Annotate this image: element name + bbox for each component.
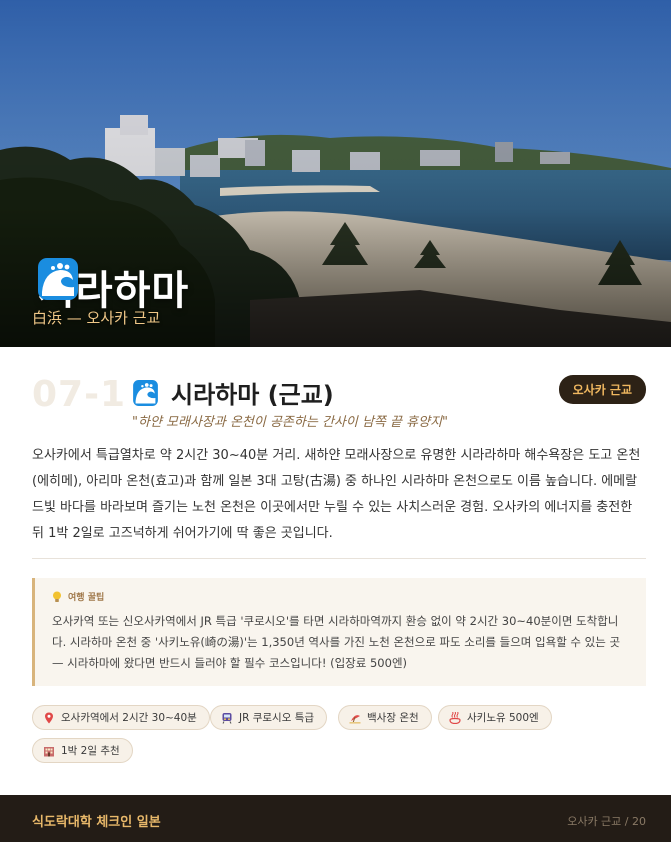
section-number: 07-1 bbox=[32, 374, 127, 415]
pin-icon bbox=[45, 712, 53, 723]
tip-text: 오사카역 또는 신오사카역에서 JR 특급 '쿠로시오'를 타면 시라하마역까지… bbox=[52, 614, 621, 670]
footer-page-number: 오사카 근교 / 20 bbox=[567, 815, 646, 828]
hotel-icon bbox=[44, 746, 54, 756]
chip-sakinoyu: 사키노유 500엔 bbox=[438, 705, 552, 730]
title-row: 시라하마 (근교) bbox=[133, 375, 334, 410]
divider bbox=[32, 558, 646, 559]
hero-banner: 시라하마 白浜 — 오사카 근교 bbox=[0, 0, 671, 347]
chip-stay: 1박 2일 추천 bbox=[32, 738, 133, 763]
tip-header: 여행 꿀팁 bbox=[52, 590, 626, 603]
tip-label: 여행 꿀팁 bbox=[68, 593, 105, 603]
hot-spring-icon bbox=[449, 711, 461, 724]
chip-beach-onsen: 백사장 온천 bbox=[338, 705, 432, 730]
page-title: 시라하마 (근교) bbox=[171, 381, 334, 409]
page-footer: 식도락대학 체크인 일본 오사카 근교 / 20 bbox=[0, 795, 671, 842]
category-badge: 오사카 근교 bbox=[558, 375, 646, 404]
chip-train: JR 쿠로시오 특급 bbox=[210, 705, 328, 730]
hero-subtitle: 白浜 — 오사카 근교 bbox=[32, 309, 161, 327]
footer-brand: 식도락대학 체크인 일본 bbox=[32, 815, 161, 830]
beach-icon bbox=[349, 714, 361, 724]
description-paragraph: 오사카에서 특급열차로 약 2시간 30~40분 거리. 새하얀 모래사장으로 … bbox=[32, 448, 641, 541]
train-icon bbox=[222, 712, 232, 724]
lightbulb-icon bbox=[53, 591, 61, 602]
chip-travel-time: 오사카역에서 2시간 30~40분 bbox=[32, 705, 210, 730]
wave-icon bbox=[133, 379, 158, 406]
wave-icon bbox=[38, 258, 78, 300]
tagline: "하얀 모래사장과 온천이 공존하는 간사이 남쪽 끝 휴양지" bbox=[132, 415, 448, 430]
travel-tip-box: 여행 꿀팁 오사카역 또는 신오사카역에서 JR 특급 '쿠로시오'를 타면 시… bbox=[32, 578, 646, 686]
